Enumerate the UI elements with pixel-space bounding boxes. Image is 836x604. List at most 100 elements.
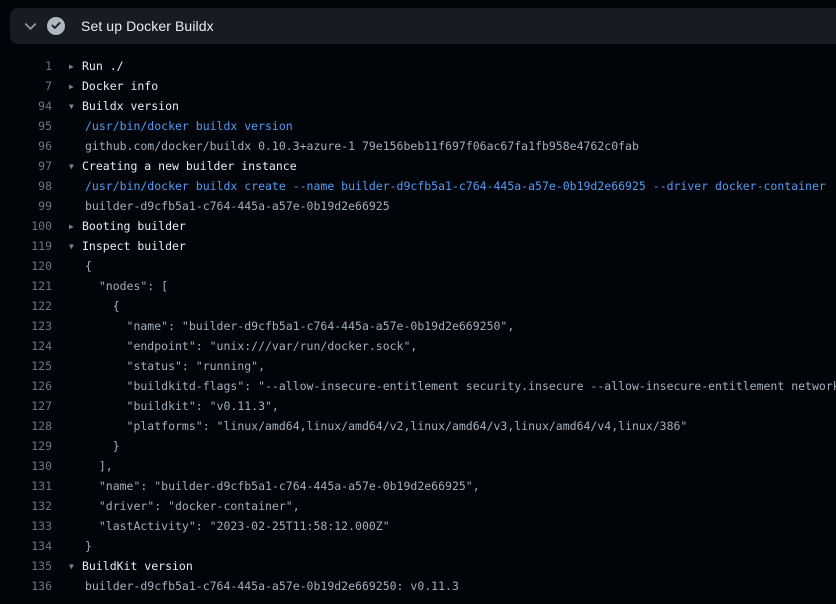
line-number[interactable]: 122 xyxy=(0,296,52,316)
step-header[interactable]: Set up Docker Buildx xyxy=(10,8,836,44)
log-group-header[interactable]: ▼Buildx version xyxy=(52,96,179,116)
log-line: 7▶Docker info xyxy=(0,76,836,96)
log-line: 123 "name": "builder-d9cfb5a1-c764-445a-… xyxy=(0,316,836,336)
line-number[interactable]: 126 xyxy=(0,376,52,396)
log-output-text: "platforms": "linux/amd64,linux/amd64/v2… xyxy=(52,416,687,436)
log-output-text: } xyxy=(52,436,120,456)
log-line: 128 "platforms": "linux/amd64,linux/amd6… xyxy=(0,416,836,436)
line-number[interactable]: 128 xyxy=(0,416,52,436)
line-number[interactable]: 124 xyxy=(0,336,52,356)
log-group-header[interactable]: ▶Run ./ xyxy=(52,56,124,76)
line-number[interactable]: 95 xyxy=(0,116,52,136)
log-line: 135▼BuildKit version xyxy=(0,556,836,576)
triangle-expanded-icon[interactable]: ▼ xyxy=(69,237,82,256)
log-group-title: Run ./ xyxy=(82,59,124,73)
log-line: 97▼Creating a new builder instance xyxy=(0,156,836,176)
log-output-text: "name": "builder-d9cfb5a1-c764-445a-a57e… xyxy=(52,316,514,336)
log-group-header[interactable]: ▶Booting builder xyxy=(52,216,186,236)
line-number[interactable]: 131 xyxy=(0,476,52,496)
log-line: 124 "endpoint": "unix:///var/run/docker.… xyxy=(0,336,836,356)
log-line: 99builder-d9cfb5a1-c764-445a-a57e-0b19d2… xyxy=(0,196,836,216)
line-number[interactable]: 97 xyxy=(0,156,52,176)
log-group-title: Buildx version xyxy=(82,99,179,113)
chevron-down-icon[interactable] xyxy=(23,19,38,34)
log-line: 131 "name": "builder-d9cfb5a1-c764-445a-… xyxy=(0,476,836,496)
line-number[interactable]: 136 xyxy=(0,576,52,596)
log-output-text: "lastActivity": "2023-02-25T11:58:12.000… xyxy=(52,516,390,536)
log-line: 126 "buildkitd-flags": "--allow-insecure… xyxy=(0,376,836,396)
line-number[interactable]: 96 xyxy=(0,136,52,156)
log-viewer: 1▶Run ./7▶Docker info94▼Buildx version95… xyxy=(0,44,836,596)
line-number[interactable]: 119 xyxy=(0,236,52,256)
check-circle-icon xyxy=(47,17,65,35)
log-line: 136builder-d9cfb5a1-c764-445a-a57e-0b19d… xyxy=(0,576,836,596)
log-line: 132 "driver": "docker-container", xyxy=(0,496,836,516)
log-output-text: { xyxy=(52,256,92,276)
log-line: 122 { xyxy=(0,296,836,316)
log-group-title: Creating a new builder instance xyxy=(82,159,297,173)
log-group-title: Docker info xyxy=(82,79,158,93)
log-group-title: BuildKit version xyxy=(82,559,193,573)
log-output-text: "buildkitd-flags": "--allow-insecure-ent… xyxy=(52,376,836,396)
triangle-collapsed-icon[interactable]: ▶ xyxy=(69,77,82,96)
log-output-text: { xyxy=(52,296,120,316)
log-line: 1▶Run ./ xyxy=(0,56,836,76)
line-number[interactable]: 121 xyxy=(0,276,52,296)
log-output-text: } xyxy=(52,536,92,556)
triangle-collapsed-icon[interactable]: ▶ xyxy=(69,57,82,76)
log-line: 98/usr/bin/docker buildx create --name b… xyxy=(0,176,836,196)
line-number[interactable]: 133 xyxy=(0,516,52,536)
log-group-header[interactable]: ▼BuildKit version xyxy=(52,556,193,576)
log-line: 120{ xyxy=(0,256,836,276)
triangle-expanded-icon[interactable]: ▼ xyxy=(69,157,82,176)
log-line: 130 ], xyxy=(0,456,836,476)
log-command-text: /usr/bin/docker buildx create --name bui… xyxy=(52,176,826,196)
line-number[interactable]: 134 xyxy=(0,536,52,556)
log-output-text: "name": "builder-d9cfb5a1-c764-445a-a57e… xyxy=(52,476,480,496)
line-number[interactable]: 123 xyxy=(0,316,52,336)
log-output-text: github.com/docker/buildx 0.10.3+azure-1 … xyxy=(52,136,639,156)
line-number[interactable]: 127 xyxy=(0,396,52,416)
log-line: 119▼Inspect builder xyxy=(0,236,836,256)
log-output-text: "nodes": [ xyxy=(52,276,168,296)
log-line: 95/usr/bin/docker buildx version xyxy=(0,116,836,136)
line-number[interactable]: 1 xyxy=(0,56,52,76)
log-command-text: /usr/bin/docker buildx version xyxy=(52,116,293,136)
line-number[interactable]: 125 xyxy=(0,356,52,376)
line-number[interactable]: 100 xyxy=(0,216,52,236)
line-number[interactable]: 129 xyxy=(0,436,52,456)
log-line: 127 "buildkit": "v0.11.3", xyxy=(0,396,836,416)
log-output-text: ], xyxy=(52,456,113,476)
line-number[interactable]: 120 xyxy=(0,256,52,276)
log-line: 96github.com/docker/buildx 0.10.3+azure-… xyxy=(0,136,836,156)
log-group-header[interactable]: ▼Creating a new builder instance xyxy=(52,156,297,176)
log-output-text: "buildkit": "v0.11.3", xyxy=(52,396,279,416)
log-output-text: "status": "running", xyxy=(52,356,265,376)
log-line: 134} xyxy=(0,536,836,556)
log-line: 100▶Booting builder xyxy=(0,216,836,236)
triangle-expanded-icon[interactable]: ▼ xyxy=(69,97,82,116)
log-line: 133 "lastActivity": "2023-02-25T11:58:12… xyxy=(0,516,836,536)
log-group-header[interactable]: ▶Docker info xyxy=(52,76,158,96)
log-group-title: Inspect builder xyxy=(82,239,186,253)
step-title: Set up Docker Buildx xyxy=(81,18,214,34)
log-output-text: "endpoint": "unix:///var/run/docker.sock… xyxy=(52,336,417,356)
line-number[interactable]: 7 xyxy=(0,76,52,96)
log-group-header[interactable]: ▼Inspect builder xyxy=(52,236,186,256)
log-line: 125 "status": "running", xyxy=(0,356,836,376)
log-line: 94▼Buildx version xyxy=(0,96,836,116)
line-number[interactable]: 99 xyxy=(0,196,52,216)
line-number[interactable]: 130 xyxy=(0,456,52,476)
line-number[interactable]: 132 xyxy=(0,496,52,516)
log-line: 121 "nodes": [ xyxy=(0,276,836,296)
line-number[interactable]: 135 xyxy=(0,556,52,576)
line-number[interactable]: 98 xyxy=(0,176,52,196)
log-output-text: "driver": "docker-container", xyxy=(52,496,300,516)
triangle-expanded-icon[interactable]: ▼ xyxy=(69,557,82,576)
line-number[interactable]: 94 xyxy=(0,96,52,116)
log-line: 129 } xyxy=(0,436,836,456)
log-output-text: builder-d9cfb5a1-c764-445a-a57e-0b19d2e6… xyxy=(52,196,390,216)
triangle-collapsed-icon[interactable]: ▶ xyxy=(69,217,82,236)
log-output-text: builder-d9cfb5a1-c764-445a-a57e-0b19d2e6… xyxy=(52,576,459,596)
log-group-title: Booting builder xyxy=(82,219,186,233)
